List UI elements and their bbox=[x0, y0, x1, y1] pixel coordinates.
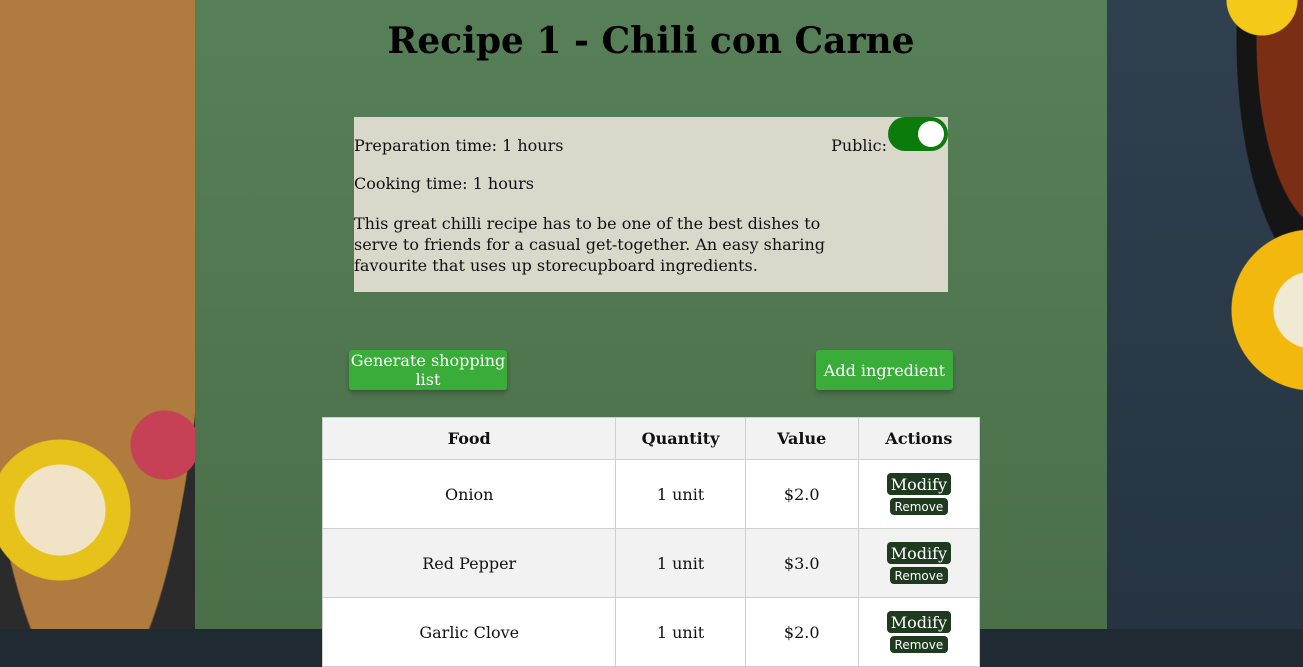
cooking-time: Cooking time: 1 hours bbox=[354, 174, 534, 193]
table-header-row: Food Quantity Value Actions bbox=[321, 417, 981, 460]
value-cell: $3.0 bbox=[744, 528, 859, 598]
remove-button[interactable]: Remove bbox=[889, 636, 949, 653]
add-ingredient-button[interactable]: Add ingredient bbox=[816, 350, 953, 390]
public-label: Public: bbox=[831, 136, 887, 155]
recipe-panel: Recipe 1 - Chili con Carne Preparation t… bbox=[195, 0, 1107, 667]
ingredients-table: Food Quantity Value Actions Onion 1 unit… bbox=[321, 417, 981, 667]
value-cell: $2.0 bbox=[744, 597, 859, 667]
page-title: Recipe 1 - Chili con Carne bbox=[387, 20, 915, 62]
background-food-image-left bbox=[0, 0, 195, 629]
generate-shopping-list-button[interactable]: Generate shopping list bbox=[349, 350, 507, 390]
table-row: Onion 1 unit $2.0 Modify Remove bbox=[321, 459, 981, 529]
table-row: Red Pepper 1 unit $3.0 Modify Remove bbox=[321, 528, 981, 598]
actions-cell: Modify Remove bbox=[857, 459, 981, 529]
modify-button[interactable]: Modify bbox=[886, 611, 952, 633]
preparation-time: Preparation time: 1 hours bbox=[354, 136, 564, 155]
actions-cell: Modify Remove bbox=[857, 528, 981, 598]
header-quantity: Quantity bbox=[615, 417, 746, 460]
food-cell: Red Pepper bbox=[321, 528, 617, 598]
quantity-cell: 1 unit bbox=[615, 597, 746, 667]
table-row: Garlic Clove 1 unit $2.0 Modify Remove bbox=[321, 597, 981, 667]
value-cell: $2.0 bbox=[744, 459, 859, 529]
food-cell: Onion bbox=[321, 459, 617, 529]
modify-button[interactable]: Modify bbox=[886, 542, 952, 564]
header-actions: Actions bbox=[857, 417, 981, 460]
recipe-info-card: Preparation time: 1 hours Cooking time: … bbox=[354, 117, 948, 292]
toggle-knob bbox=[918, 121, 944, 147]
food-cell: Garlic Clove bbox=[321, 597, 617, 667]
quantity-cell: 1 unit bbox=[615, 528, 746, 598]
public-toggle[interactable] bbox=[888, 117, 948, 151]
header-food: Food bbox=[321, 417, 617, 460]
recipe-description: This great chilli recipe has to be one o… bbox=[354, 214, 825, 275]
actions-cell: Modify Remove bbox=[857, 597, 981, 667]
public-setting: Public: bbox=[831, 117, 948, 155]
quantity-cell: 1 unit bbox=[615, 459, 746, 529]
remove-button[interactable]: Remove bbox=[889, 567, 949, 584]
remove-button[interactable]: Remove bbox=[889, 498, 949, 515]
header-value: Value bbox=[744, 417, 859, 460]
background-food-image-right bbox=[1107, 0, 1303, 629]
modify-button[interactable]: Modify bbox=[886, 473, 952, 495]
